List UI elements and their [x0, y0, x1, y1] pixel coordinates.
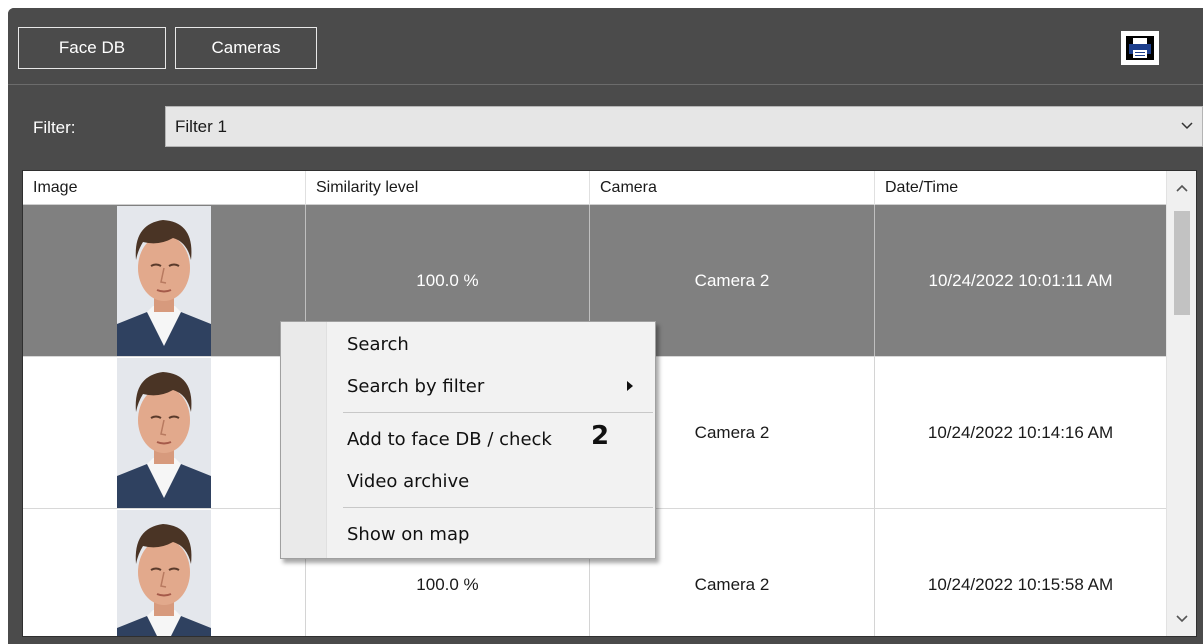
chevron-down-icon [1176, 615, 1188, 623]
filter-value: Filter 1 [175, 116, 227, 136]
print-button[interactable] [1121, 31, 1159, 65]
menu-item-show-on-map[interactable]: Show on map [281, 517, 655, 551]
image-cell [23, 357, 306, 508]
menu-item-label: Video archive [347, 470, 470, 492]
column-header-datetime[interactable]: Date/Time [875, 171, 1166, 205]
column-header-similarity[interactable]: Similarity level [306, 171, 590, 205]
filter-label: Filter: [33, 118, 76, 137]
scroll-up-arrow[interactable] [1167, 173, 1196, 203]
printer-icon [1126, 36, 1154, 60]
datetime-cell: 10/24/2022 10:01:11 AM [928, 270, 1113, 290]
column-header-camera[interactable]: Camera [590, 171, 875, 205]
menu-item-label: Show on map [347, 523, 470, 545]
datetime-cell: 10/24/2022 10:15:58 AM [927, 574, 1114, 594]
menu-item-search[interactable]: Search [281, 327, 655, 361]
face-thumbnail [117, 358, 211, 508]
datetime-cell: 10/24/2022 10:14:16 AM [927, 422, 1114, 442]
column-header-image[interactable]: Image [23, 171, 306, 205]
callout-number-badge: 2 [591, 421, 610, 451]
toolbar: Face DB Cameras [8, 8, 1203, 84]
menu-item-label: Search by filter [347, 375, 485, 397]
submenu-arrow-icon [627, 381, 633, 391]
image-cell [23, 509, 306, 638]
menu-item-label: Search [347, 333, 409, 355]
toolbar-divider [8, 84, 1203, 85]
menu-item-label: Add to face DB / check [347, 428, 552, 450]
image-cell [23, 205, 306, 356]
menu-item-add-to-face-db[interactable]: Add to face DB / check 2 [281, 421, 655, 456]
chevron-down-icon [1181, 122, 1193, 130]
grid-header: Image Similarity level Camera Date/Time [23, 171, 1166, 205]
menu-item-search-by-filter[interactable]: Search by filter [281, 369, 655, 403]
chevron-up-icon [1176, 184, 1188, 192]
face-db-button[interactable]: Face DB [18, 27, 166, 69]
context-menu: Search Search by filter Add to face DB /… [280, 321, 656, 559]
vertical-scrollbar[interactable] [1166, 171, 1196, 636]
menu-separator [343, 412, 653, 413]
cameras-button[interactable]: Cameras [175, 27, 317, 69]
face-thumbnail [117, 206, 211, 356]
scroll-down-arrow[interactable] [1167, 604, 1196, 634]
filter-dropdown[interactable]: Filter 1 [165, 106, 1203, 147]
face-thumbnail [117, 510, 211, 638]
menu-separator [343, 507, 653, 508]
menu-item-video-archive[interactable]: Video archive [281, 464, 655, 498]
scroll-thumb[interactable] [1174, 211, 1190, 315]
